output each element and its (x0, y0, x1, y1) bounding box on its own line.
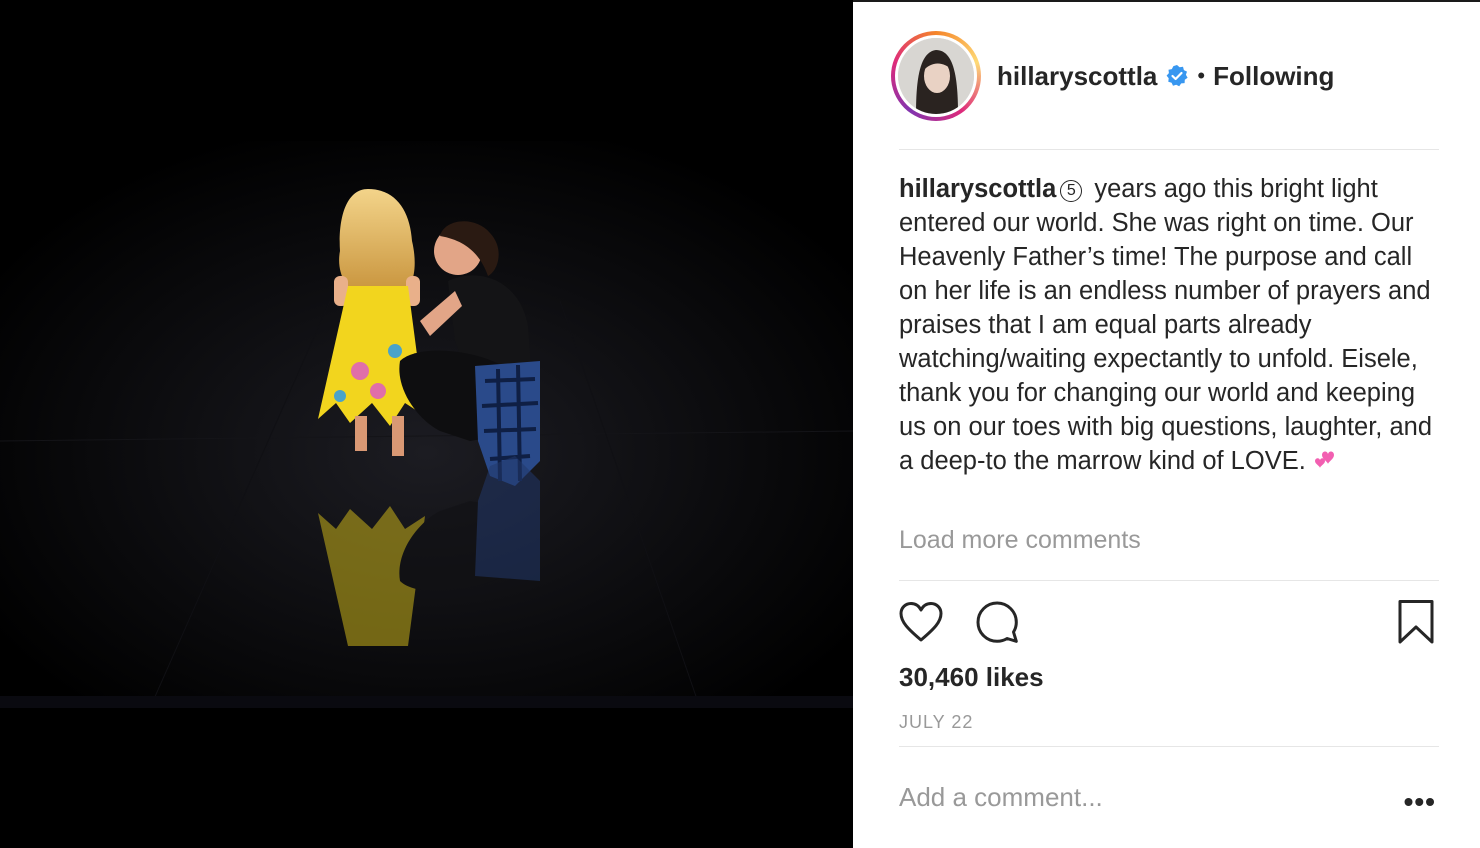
avatar (898, 38, 974, 114)
post-header: hillaryscottla • Following (891, 30, 1440, 122)
header-separator: • (1197, 63, 1206, 88)
avatar-story-ring[interactable] (891, 31, 981, 121)
caption-username[interactable]: hillaryscottla (899, 175, 1056, 203)
post-date[interactable]: JULY 22 (899, 712, 973, 733)
like-button[interactable] (897, 600, 945, 648)
load-more-comments[interactable]: Load more comments (899, 526, 1141, 555)
post-caption: hillaryscottla 5 years ago this bright lig… (899, 172, 1439, 480)
like-count[interactable]: 30,460 likes (899, 662, 1044, 693)
save-button[interactable] (1392, 599, 1440, 650)
post-username[interactable]: hillaryscottla (997, 61, 1157, 92)
following-button[interactable]: Following (1213, 61, 1334, 92)
header-divider (899, 149, 1439, 150)
verified-badge-icon (1165, 64, 1189, 88)
two-hearts-emoji (1312, 446, 1340, 480)
footer-divider (899, 746, 1439, 747)
add-comment-input[interactable] (899, 782, 1339, 813)
comment-icon (974, 599, 1020, 650)
comments-divider (899, 580, 1439, 581)
circled-number-glyph: 5 (1060, 180, 1083, 202)
photo-pane (0, 0, 853, 848)
comment-button[interactable] (973, 600, 1021, 648)
heart-icon (898, 601, 944, 648)
more-options-button[interactable]: ••• (1404, 788, 1436, 816)
post-photo[interactable] (0, 141, 853, 708)
post-actions (897, 599, 1440, 650)
post-side-panel: hillaryscottla • Following hillaryscottl… (853, 0, 1480, 848)
bookmark-icon (1397, 599, 1435, 650)
caption-text: years ago this bright light entered our … (899, 175, 1433, 475)
